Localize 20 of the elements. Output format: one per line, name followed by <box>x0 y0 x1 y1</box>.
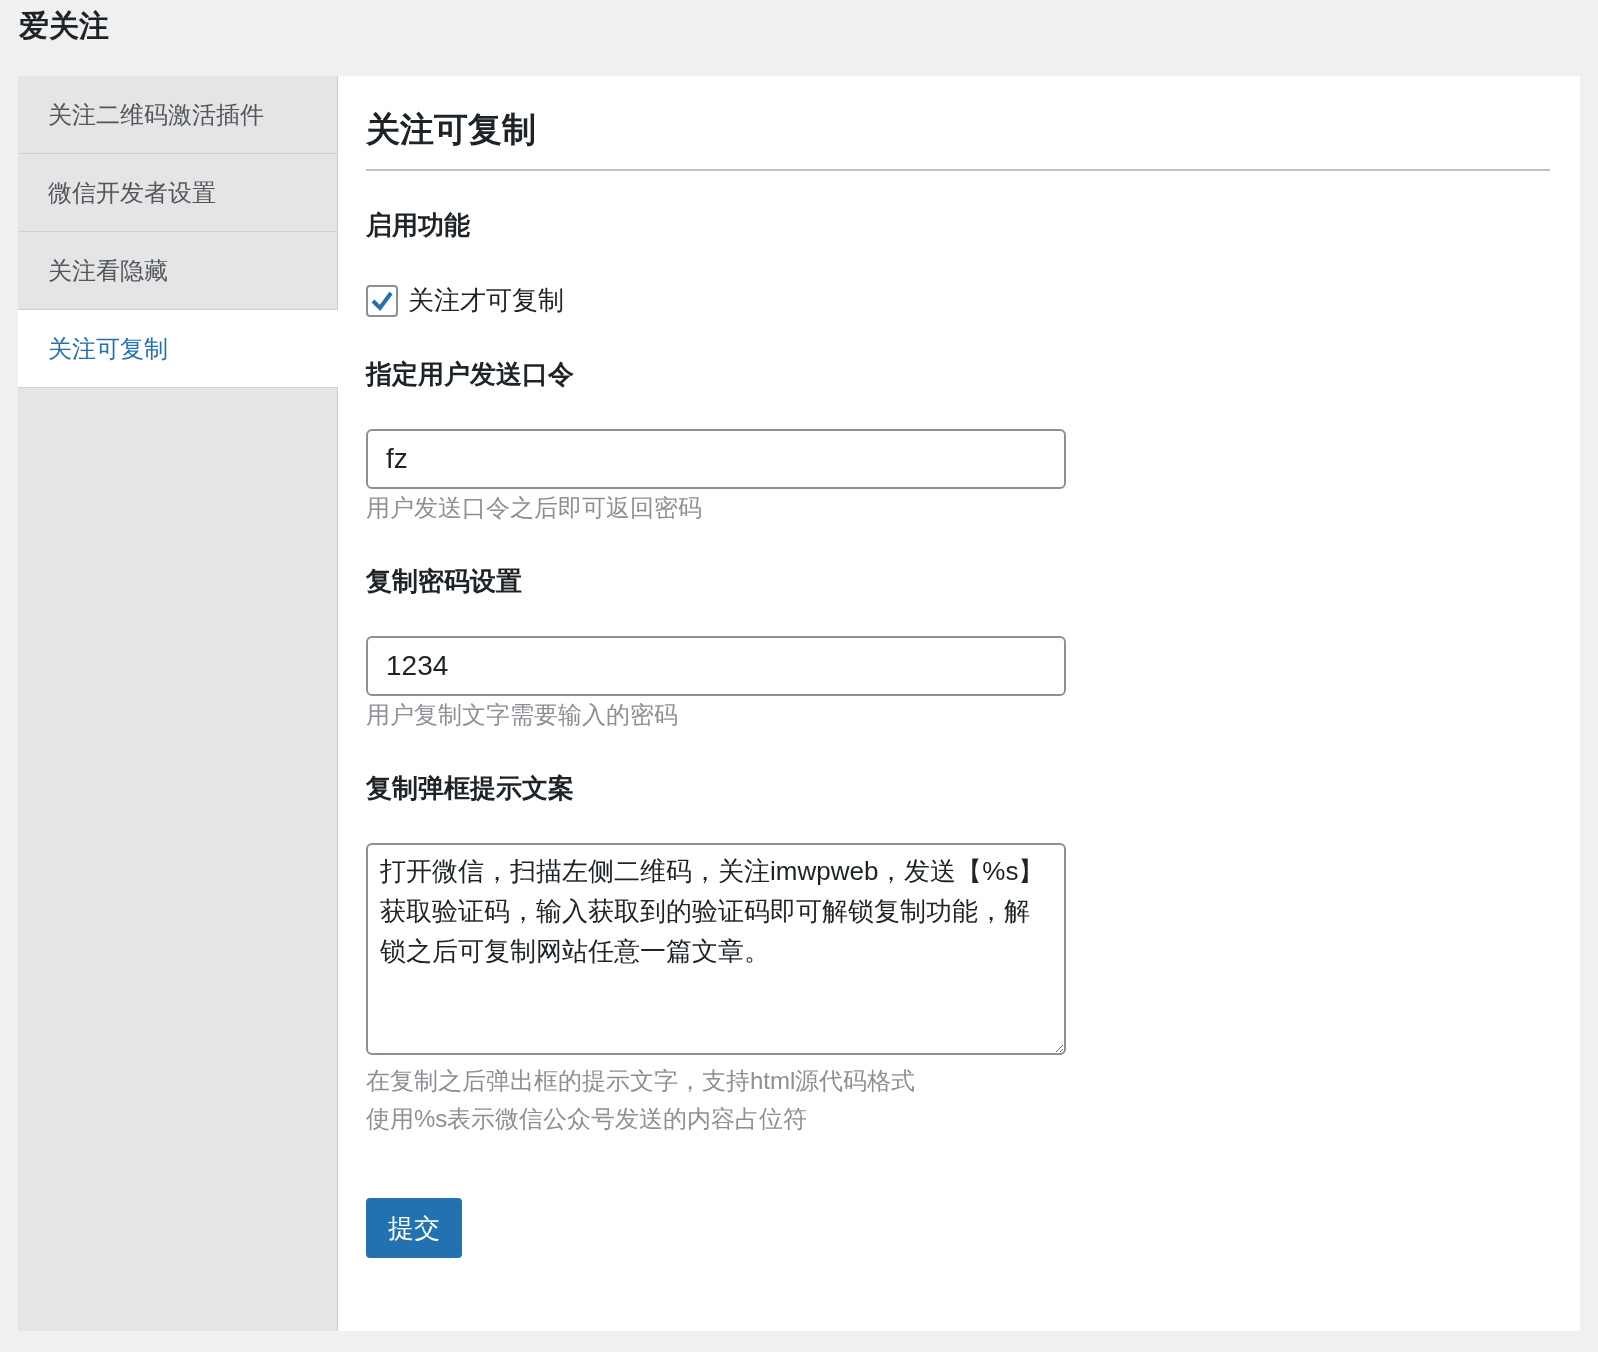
field-hint: 使用%s表示微信公众号发送的内容占位符 <box>366 1104 809 1134</box>
sidebar-item[interactable]: 关注二维码激活插件 <box>18 76 337 154</box>
input-field[interactable]: 1234 <box>366 636 1066 696</box>
field-label: 指定用户发送口令 <box>366 358 575 391</box>
checkbox-label: 关注才可复制 <box>408 284 564 317</box>
field-label: 复制密码设置 <box>366 565 523 598</box>
input-field[interactable]: fz <box>366 429 1066 489</box>
sidebar-item[interactable]: 关注可复制 <box>18 310 338 388</box>
page-title: 爱关注 <box>18 8 110 44</box>
checkmark-icon <box>370 289 394 312</box>
textarea-field[interactable]: 打开微信，扫描左侧二维码，关注imwpweb，发送【%s】获取验证码，输入获取到的验证码即可解锁复制功能，解锁之后可复制网站任意一篇文章。 <box>366 843 1066 1055</box>
checkbox[interactable] <box>366 284 398 317</box>
field-label: 复制弹框提示文案 <box>366 772 575 805</box>
field-hint: 用户复制文字需要输入的密码 <box>366 700 679 730</box>
field-hint: 在复制之后弹出框的提示文字，支持html源代码格式 <box>366 1066 917 1096</box>
submit-button[interactable]: 提交 <box>366 1198 462 1258</box>
field-hint: 用户发送口令之后即可返回密码 <box>366 493 703 523</box>
sidebar-item[interactable]: 微信开发者设置 <box>18 154 337 232</box>
section-heading: 关注可复制 <box>366 104 1550 171</box>
field-label: 启用功能 <box>366 209 471 242</box>
